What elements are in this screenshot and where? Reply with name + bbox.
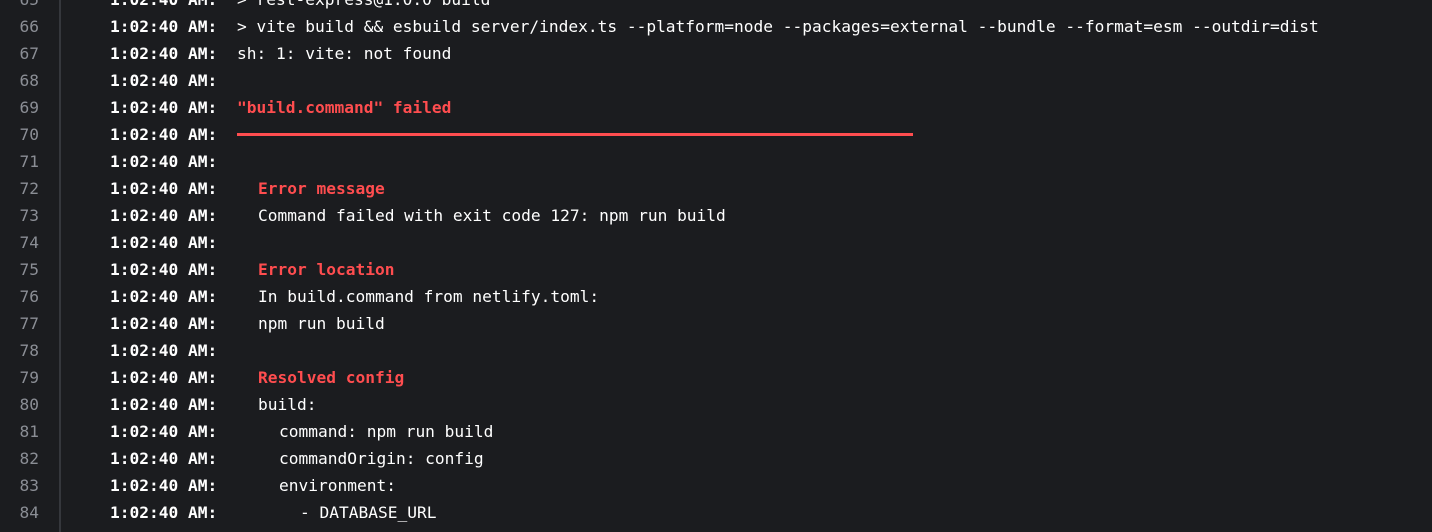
log-timestamp: 1:02:40 AM: bbox=[110, 17, 218, 36]
log-timestamp: 1:02:40 AM: bbox=[110, 341, 218, 360]
log-timestamp: 1:02:40 AM: bbox=[110, 449, 218, 468]
log-timestamp: 1:02:40 AM: bbox=[110, 503, 218, 522]
log-line: 75 1:02:40 AM: Error location bbox=[0, 256, 1432, 283]
log-line: 65 1:02:40 AM: > rest-express@1.0.0 build bbox=[0, 0, 1432, 13]
log-line: 77 1:02:40 AM: npm run build bbox=[0, 310, 1432, 337]
log-timestamp: 1:02:40 AM: bbox=[110, 287, 218, 306]
log-message: - DATABASE_URL bbox=[300, 503, 437, 522]
log-message: > vite build && esbuild server/index.ts … bbox=[237, 17, 1319, 36]
log-message: environment: bbox=[279, 476, 396, 495]
log-line: 81 1:02:40 AM: command: npm run build bbox=[0, 418, 1432, 445]
log-line: 68 1:02:40 AM: bbox=[0, 67, 1432, 94]
line-number[interactable]: 76 bbox=[0, 283, 40, 310]
log-timestamp: 1:02:40 AM: bbox=[110, 0, 217, 13]
log-message: npm run build bbox=[258, 314, 385, 333]
line-number[interactable]: 65 bbox=[0, 0, 40, 13]
line-number[interactable]: 77 bbox=[0, 310, 40, 337]
log-line: 76 1:02:40 AM: In build.command from netli… bbox=[0, 283, 1432, 310]
log-line: 84 1:02:40 AM: - DATABASE_URL bbox=[0, 499, 1432, 526]
line-number[interactable]: 67 bbox=[0, 40, 40, 67]
line-number[interactable]: 75 bbox=[0, 256, 40, 283]
line-number[interactable]: 69 bbox=[0, 94, 40, 121]
log-timestamp: 1:02:40 AM: bbox=[110, 206, 218, 225]
log-line: 69 1:02:40 AM: "build.command" failed bbox=[0, 94, 1432, 121]
line-number[interactable]: 68 bbox=[0, 67, 40, 94]
log-timestamp: 1:02:40 AM: bbox=[110, 395, 218, 414]
log-timestamp: 1:02:40 AM: bbox=[110, 71, 218, 90]
line-number[interactable]: 82 bbox=[0, 445, 40, 472]
log-message: commandOrigin: config bbox=[279, 449, 484, 468]
log-line: 67 1:02:40 AM: sh: 1: vite: not found bbox=[0, 40, 1432, 67]
error-divider-rule bbox=[237, 133, 913, 136]
line-number[interactable]: 74 bbox=[0, 229, 40, 256]
line-number[interactable]: 80 bbox=[0, 391, 40, 418]
log-message: sh: 1: vite: not found bbox=[237, 44, 452, 63]
line-number[interactable]: 70 bbox=[0, 121, 40, 148]
log-timestamp: 1:02:40 AM: bbox=[110, 260, 218, 279]
log-error-heading: Error location bbox=[258, 260, 395, 279]
line-number[interactable]: 71 bbox=[0, 148, 40, 175]
log-line: 80 1:02:40 AM: build: bbox=[0, 391, 1432, 418]
log-line: 83 1:02:40 AM: environment: bbox=[0, 472, 1432, 499]
line-number[interactable]: 72 bbox=[0, 175, 40, 202]
log-timestamp: 1:02:40 AM: bbox=[110, 314, 218, 333]
line-number[interactable]: 73 bbox=[0, 202, 40, 229]
line-number[interactable]: 79 bbox=[0, 364, 40, 391]
log-line: 82 1:02:40 AM: commandOrigin: config bbox=[0, 445, 1432, 472]
log-timestamp: 1:02:40 AM: bbox=[110, 368, 218, 387]
log-error-heading: "build.command" failed bbox=[237, 98, 452, 117]
line-number[interactable]: 81 bbox=[0, 418, 40, 445]
log-timestamp: 1:02:40 AM: bbox=[110, 233, 218, 252]
log-line: 71 1:02:40 AM: bbox=[0, 148, 1432, 175]
log-timestamp: 1:02:40 AM: bbox=[110, 44, 218, 63]
log-message: command: npm run build bbox=[279, 422, 494, 441]
log-timestamp: 1:02:40 AM: bbox=[110, 98, 218, 117]
line-number[interactable]: 66 bbox=[0, 13, 40, 40]
build-log-viewer[interactable]: 651:02:40 AM:> rest-express@1.0.0 build6… bbox=[0, 0, 1432, 532]
log-message: > rest-express@1.0.0 build bbox=[237, 0, 490, 13]
log-message: In build.command from netlify.toml: bbox=[258, 287, 600, 306]
log-message: build: bbox=[258, 395, 317, 414]
line-number[interactable]: 78 bbox=[0, 337, 40, 364]
log-timestamp: 1:02:40 AM: bbox=[110, 422, 218, 441]
log-timestamp: 1:02:40 AM: bbox=[110, 179, 218, 198]
line-number[interactable]: 84 bbox=[0, 499, 40, 526]
log-message: Command failed with exit code 127: npm r… bbox=[258, 206, 726, 225]
log-line: 72 1:02:40 AM: Error message bbox=[0, 175, 1432, 202]
log-error-heading: Resolved config bbox=[258, 368, 405, 387]
log-error-heading: Error message bbox=[258, 179, 385, 198]
log-line: 73 1:02:40 AM: Command failed with exit co… bbox=[0, 202, 1432, 229]
log-timestamp: 1:02:40 AM: bbox=[110, 476, 218, 495]
line-number[interactable]: 83 bbox=[0, 472, 40, 499]
log-timestamp: 1:02:40 AM: bbox=[110, 125, 218, 144]
log-line: 70 1:02:40 AM: bbox=[0, 121, 1432, 148]
log-line: 78 1:02:40 AM: bbox=[0, 337, 1432, 364]
log-line: 74 1:02:40 AM: bbox=[0, 229, 1432, 256]
log-line: 66 1:02:40 AM: > vite build && esbuild ser… bbox=[0, 13, 1432, 40]
log-line: 79 1:02:40 AM: Resolved config bbox=[0, 364, 1432, 391]
log-timestamp: 1:02:40 AM: bbox=[110, 152, 218, 171]
